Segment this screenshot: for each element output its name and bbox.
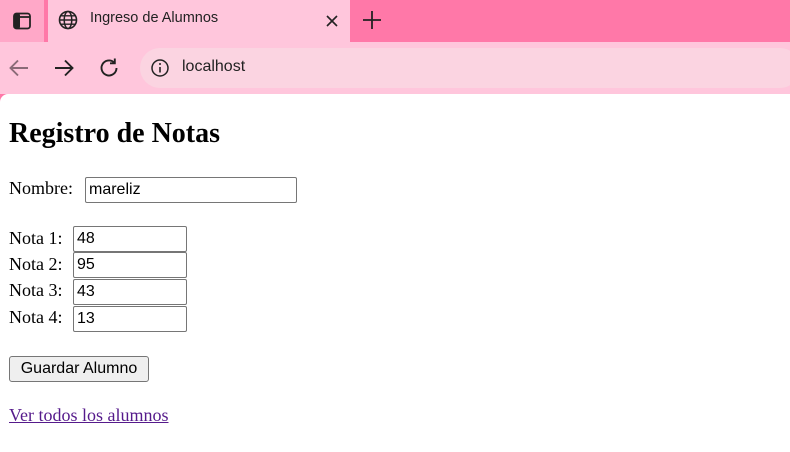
info-icon[interactable] [150,58,170,78]
address-bar[interactable]: localhost [140,48,790,88]
back-button[interactable] [6,55,32,81]
nota-1-label: Nota 1: [9,228,63,248]
close-icon[interactable] [322,11,342,31]
forward-arrow-icon [55,59,74,77]
url-text[interactable]: localhost [182,58,245,76]
nota-4-input[interactable] [73,306,187,332]
nombre-label: Nombre: [9,178,73,198]
tab-title: Ingreso de Alumnos [90,10,219,26]
save-student-button[interactable]: Guardar Alumno [9,356,149,382]
nota-2-label: Nota 2: [9,254,63,274]
nombre-input[interactable] [85,177,297,203]
back-arrow-icon [9,59,28,77]
page-title: Registro de Notas [9,118,221,149]
globe-icon [57,9,79,31]
nota-3-label: Nota 3: [9,280,63,300]
view-all-students-link[interactable]: Ver todos los alumnos [9,405,169,426]
page-content: Registro de Notas Nombre: Nota 1: Nota 2… [0,94,790,452]
nota-3-input[interactable] [73,279,187,305]
browser-toolbar: localhost [0,42,790,94]
browser-titlebar: Ingreso de Alumnos [0,0,790,42]
nota-2-input[interactable] [73,252,187,278]
nota-4-label: Nota 4: [9,307,63,327]
tab-menu-button[interactable] [0,0,44,42]
forward-button[interactable] [51,55,77,81]
plus-icon [363,11,381,29]
reload-icon [100,58,118,77]
reload-button[interactable] [96,55,122,81]
nota-1-input[interactable] [73,226,187,252]
new-tab-button[interactable] [359,7,385,33]
browser-tab-active[interactable]: Ingreso de Alumnos [48,0,350,42]
tab-menu-icon [13,12,31,30]
